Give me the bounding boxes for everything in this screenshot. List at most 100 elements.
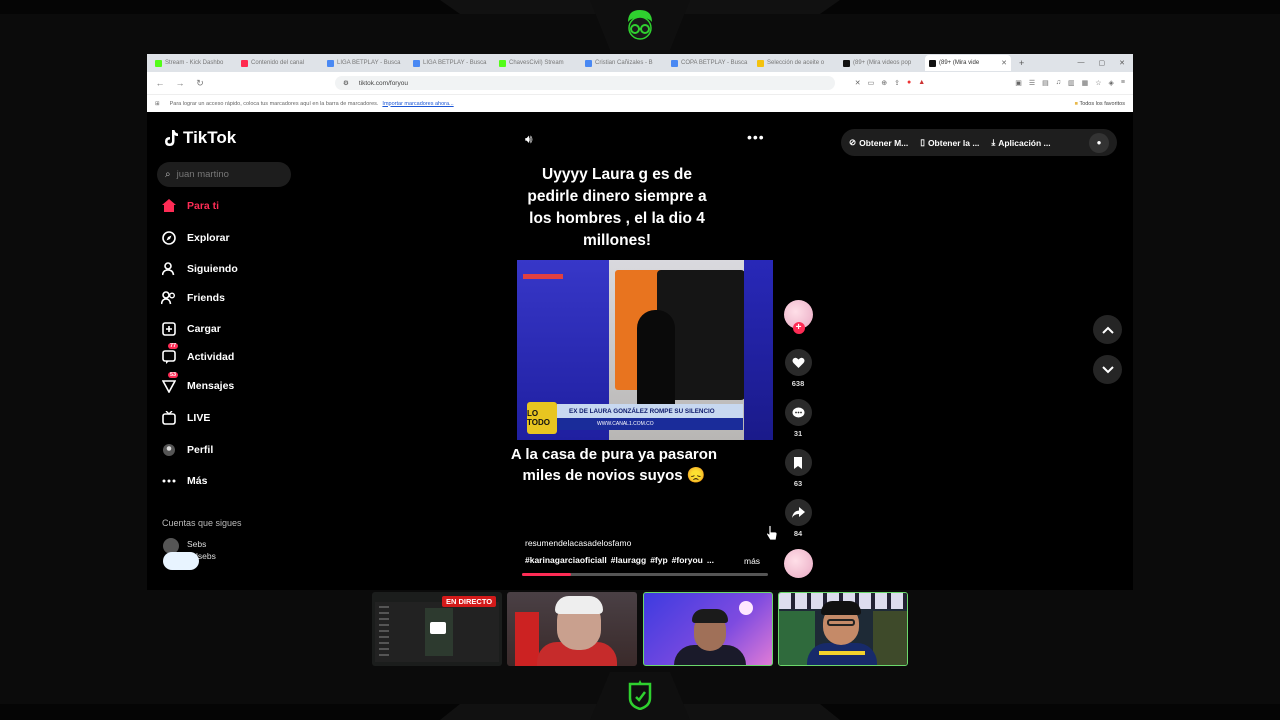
- close-tab-icon[interactable]: ✕: [1001, 59, 1007, 67]
- minimize-icon[interactable]: —: [1078, 59, 1085, 67]
- browser-tab[interactable]: (89+ (Mira vide ✕: [925, 55, 1011, 71]
- video-author[interactable]: resumendelacasadelosfamo: [525, 538, 631, 548]
- music-disc[interactable]: [783, 549, 813, 578]
- search-icon: ⌕: [165, 169, 171, 180]
- all-favorites-folder[interactable]: ■ Todos los favoritos: [1075, 101, 1125, 107]
- volume-icon[interactable]: 🔊︎: [525, 132, 533, 147]
- maximize-icon[interactable]: ▢: [1099, 59, 1106, 67]
- comment-action[interactable]: 31: [783, 399, 813, 438]
- tab-label: Cristian Cañizales - B: [595, 60, 653, 66]
- music-icon[interactable]: ♫: [1056, 79, 1061, 87]
- sidebar-item-label: LIVE: [187, 411, 211, 424]
- browser-tab[interactable]: ChavesCivil) Stream: [495, 55, 581, 71]
- adblock-icon[interactable]: ●: [907, 79, 911, 87]
- creator-avatar[interactable]: +: [783, 300, 813, 334]
- hashtag-link[interactable]: #foryou: [672, 555, 703, 565]
- zoom-icon[interactable]: ⊕: [881, 79, 887, 87]
- sidebar-item-mensajes[interactable]: 53 Mensajes: [161, 372, 234, 393]
- comment-icon[interactable]: [784, 399, 812, 426]
- reader-icon[interactable]: ☰: [1029, 79, 1035, 87]
- tabs-icon[interactable]: ▤: [1042, 79, 1049, 87]
- save-action[interactable]: 63: [783, 449, 813, 488]
- site-info-icon[interactable]: ⚙: [343, 79, 349, 87]
- previous-video-button[interactable]: [1093, 315, 1122, 344]
- avatar: ●: [1096, 138, 1102, 147]
- desktop-app-button[interactable]: ⤓ Aplicación ...: [991, 137, 1050, 148]
- webcam-guest-2: [643, 592, 773, 666]
- warning-icon[interactable]: ▲: [918, 79, 925, 87]
- host-glasses: [827, 619, 855, 626]
- apps-icon[interactable]: ⊞: [155, 101, 160, 107]
- sidebar-item-friends[interactable]: Friends: [161, 290, 225, 305]
- sidebar-item-para-ti[interactable]: Para ti: [161, 198, 219, 213]
- forward-icon[interactable]: →: [175, 78, 185, 88]
- hashtag-link[interactable]: #fyp: [650, 555, 667, 565]
- sidebar-item-siguiendo[interactable]: Siguiendo: [161, 261, 238, 276]
- extension-icon[interactable]: ▣: [1015, 79, 1022, 87]
- browser-tab[interactable]: COPA BETPLAY - Busca: [667, 55, 753, 71]
- browser-tab[interactable]: Cristian Cañizales - B: [581, 55, 667, 71]
- share-icon[interactable]: ⇪: [894, 79, 900, 87]
- heart-icon[interactable]: [784, 349, 812, 376]
- share-arrow-icon[interactable]: [784, 499, 812, 526]
- coin-icon: ⊘: [849, 137, 857, 147]
- back-icon[interactable]: ←: [155, 78, 165, 88]
- tab-label: ChavesCivil) Stream: [509, 60, 564, 66]
- video-more-icon[interactable]: •••: [747, 129, 765, 145]
- browser-tab[interactable]: LIGA BETPLAY - Busca: [409, 55, 495, 71]
- url-field[interactable]: ⚙ tiktok.com/foryou: [335, 76, 835, 90]
- sidebar-item-explorar[interactable]: Explorar: [161, 230, 230, 245]
- browser-tab[interactable]: Stream - Kick Dashbo: [151, 55, 237, 71]
- sidebar-item-más[interactable]: Más: [161, 473, 207, 488]
- friends-icon: [161, 290, 176, 305]
- no-camera-icon[interactable]: ✕: [855, 79, 861, 87]
- browser-tab[interactable]: Contenido del canal: [237, 55, 323, 71]
- reload-icon[interactable]: ↻: [195, 78, 205, 89]
- get-app-button[interactable]: ▯ Obtener la ...: [920, 137, 979, 148]
- new-tab-icon[interactable]: +: [1019, 58, 1024, 68]
- hashtag-link[interactable]: ...: [707, 555, 714, 565]
- sidebar-item-cargar[interactable]: Cargar: [161, 321, 221, 336]
- webcam-screen-share: EN DIRECTO: [372, 592, 502, 666]
- bookmark-icon[interactable]: [784, 449, 812, 476]
- user-avatar-button[interactable]: ●: [1089, 132, 1109, 153]
- menu-icon[interactable]: ≡: [1121, 79, 1125, 87]
- sidebar-icon[interactable]: ▥: [1068, 79, 1075, 87]
- sidebar-item-label: Friends: [187, 291, 225, 304]
- share-action[interactable]: 84: [783, 499, 813, 538]
- get-coins-button[interactable]: ⊘ Obtener M...: [849, 137, 908, 148]
- tab-favicon-icon: [671, 59, 678, 67]
- following-user[interactable]: Sebs salsebs: [163, 538, 216, 570]
- like-action[interactable]: 638: [783, 349, 813, 388]
- browser-tab[interactable]: (89+ (Mira videos pop: [839, 55, 925, 71]
- import-bookmarks-link[interactable]: Importar marcadores ahora...: [382, 101, 453, 107]
- tiktok-logo[interactable]: TikTok: [163, 128, 236, 148]
- hashtag-link[interactable]: #lauragg: [611, 555, 646, 565]
- collections-icon[interactable]: ▦: [1082, 79, 1089, 87]
- sidebar-item-label: Explorar: [187, 231, 230, 244]
- tab-label: LIGA BETPLAY - Busca: [423, 60, 487, 66]
- next-video-button[interactable]: [1093, 355, 1122, 384]
- close-window-icon[interactable]: ✕: [1119, 59, 1125, 67]
- sidebar-item-perfil[interactable]: Perfil: [161, 442, 213, 457]
- search-input[interactable]: ⌕ juan martino: [157, 162, 291, 187]
- sidebar-item-label: Para ti: [187, 199, 220, 212]
- video-right-panel: [744, 260, 773, 440]
- video-tag: [523, 274, 563, 279]
- shield-icon[interactable]: ◈: [1109, 79, 1114, 87]
- more-caption-button[interactable]: más: [744, 556, 760, 566]
- video-frame[interactable]: EX DE LAURA GONZÁLEZ ROMPE SU SILENCIO W…: [517, 260, 773, 440]
- video-caption-top: Uyyyy Laura g es de pedirle dinero siemp…: [527, 166, 707, 249]
- sidebar-item-actividad[interactable]: 77 Actividad: [161, 343, 234, 364]
- browser-tab[interactable]: LIGA BETPLAY - Busca: [323, 55, 409, 71]
- tab-favicon-icon: [413, 59, 420, 67]
- hashtag-link[interactable]: #karinagarciaoficiall: [525, 555, 607, 565]
- favorites-icon[interactable]: ☆: [1095, 79, 1101, 87]
- cast-icon[interactable]: ▭: [868, 79, 875, 87]
- tab-label: (89+ (Mira videos pop: [853, 60, 912, 66]
- follow-plus-icon[interactable]: +: [792, 322, 805, 334]
- video-progress-bar[interactable]: [522, 573, 768, 576]
- sidebar-item-live[interactable]: LIVE: [161, 410, 210, 425]
- browser-tab[interactable]: Selección de aceite o: [753, 55, 839, 71]
- tab-favicon-icon: [499, 59, 506, 67]
